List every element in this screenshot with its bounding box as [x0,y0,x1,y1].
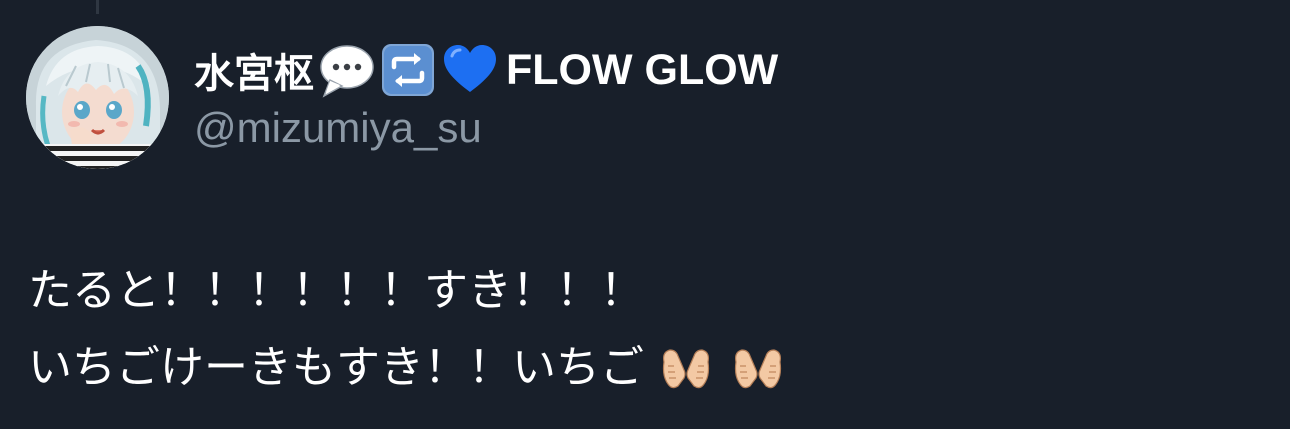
post-text-line-1: たると！！！！！！すき！！！ [28,265,644,316]
post-view: 水宮枢 FLOW GLOW @mizumiya_su たると！！！！！！すき！！… [0,0,1290,429]
post-text-line: いちごけーきもすき！！いちご [28,329,788,406]
display-name-suffix: FLOW GLOW [506,45,779,94]
heart-hands-icon [728,344,788,392]
post-text-line: たると！！！！！！すき！！！ [28,252,788,329]
post-text-line-2: いちごけーきもすき！！いちご [28,342,644,393]
author-name-row[interactable]: 水宮枢 FLOW GLOW [194,38,778,102]
speech-bubble-icon [316,40,376,100]
author-handle[interactable]: @mizumiya_su [194,104,482,152]
post-text: たると！！！！！！すき！！！ いちごけーきもすき！！いちご [28,252,788,406]
repeat-icon [378,40,438,100]
display-name: 水宮枢 [194,51,314,97]
blue-heart-icon [440,40,500,100]
avatar[interactable] [26,26,169,169]
thread-connector-line [96,0,99,14]
heart-hands-icon [656,344,716,392]
